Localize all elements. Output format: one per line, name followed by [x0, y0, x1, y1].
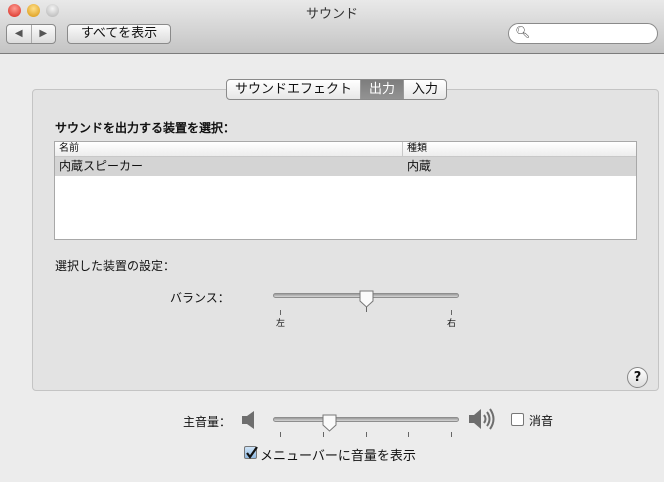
- search-input[interactable]: 🔍︎: [508, 23, 658, 44]
- forward-button[interactable]: ▶: [32, 25, 56, 43]
- tick: [408, 432, 409, 437]
- show-volume-in-menubar-checkbox[interactable]: [244, 446, 258, 459]
- mute-label: 消音: [529, 414, 554, 428]
- volume-label: 主音量：: [183, 415, 232, 429]
- tab-output[interactable]: 出力: [361, 80, 405, 99]
- tab-input[interactable]: 入力: [404, 80, 446, 99]
- tick: [280, 310, 281, 315]
- tick: [451, 432, 452, 437]
- tab-bar: サウンドエフェクト 出力 入力: [226, 79, 448, 100]
- column-header-name[interactable]: 名前: [55, 142, 403, 156]
- tick: [323, 432, 324, 437]
- search-icon: 🔍︎: [515, 25, 531, 39]
- balance-right-label: 右: [447, 319, 457, 329]
- device-table: 名前 種類 内蔵スピーカー 内蔵: [54, 141, 637, 240]
- tick: [280, 432, 281, 437]
- show-volume-in-menubar-label: メニューバーに音量を表示: [260, 449, 416, 464]
- column-header-type[interactable]: 種類: [403, 142, 427, 156]
- tick: [366, 307, 367, 312]
- mute-checkbox[interactable]: [511, 413, 524, 426]
- tab-sound-effects[interactable]: サウンドエフェクト: [227, 80, 362, 99]
- back-button[interactable]: ◀: [7, 25, 32, 43]
- device-type: 内蔵: [407, 159, 432, 173]
- volume-slider[interactable]: [273, 417, 459, 422]
- help-button[interactable]: ?: [627, 367, 648, 388]
- tick: [366, 432, 367, 437]
- checkmark-icon: [246, 446, 258, 459]
- balance-left-label: 左: [276, 319, 286, 329]
- title-bar: サウンド ◀ ▶ すべてを表示 🔍︎: [0, 0, 664, 54]
- nav-buttons: ◀ ▶: [6, 24, 56, 44]
- tick: [451, 310, 452, 315]
- settings-heading: 選択した装置の設定：: [55, 259, 176, 273]
- balance-label: バランス：: [170, 291, 230, 305]
- volume-slider-thumb[interactable]: [321, 414, 338, 432]
- show-all-button[interactable]: すべてを表示: [67, 24, 171, 44]
- balance-slider-thumb[interactable]: [358, 290, 375, 308]
- speaker-high-icon: [469, 408, 495, 430]
- device-heading: サウンドを出力する装置を選択：: [55, 121, 236, 135]
- window-title: サウンド: [305, 7, 358, 22]
- table-row[interactable]: 内蔵スピーカー 内蔵: [55, 157, 636, 176]
- device-name: 内蔵スピーカー: [59, 159, 144, 173]
- speaker-low-icon: [242, 411, 254, 429]
